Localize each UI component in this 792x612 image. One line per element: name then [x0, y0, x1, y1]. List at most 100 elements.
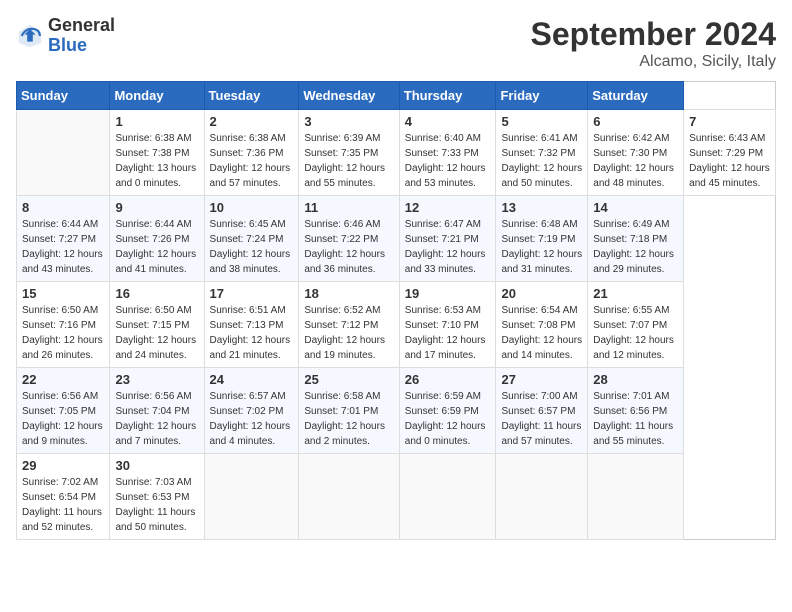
page-header: General Blue September 2024 Alcamo, Sici… [16, 16, 776, 71]
day-info: Sunrise: 7:01 AMSunset: 6:56 PMDaylight:… [593, 389, 678, 449]
day-info: Sunrise: 6:46 AMSunset: 7:22 PMDaylight:… [304, 217, 393, 277]
day-header-thursday: Thursday [399, 82, 496, 110]
logo-blue: Blue [48, 36, 115, 56]
day-number: 28 [593, 372, 678, 387]
day-info: Sunrise: 6:40 AMSunset: 7:33 PMDaylight:… [405, 131, 491, 191]
day-number: 4 [405, 114, 491, 129]
calendar-cell: 24 Sunrise: 6:57 AMSunset: 7:02 PMDayligh… [204, 368, 299, 454]
calendar-week-row: 8 Sunrise: 6:44 AMSunset: 7:27 PMDaylight… [17, 196, 776, 282]
day-number: 15 [22, 286, 104, 301]
month-title: September 2024 [531, 16, 776, 53]
calendar-cell: 20Sunrise: 6:54 AMSunset: 7:08 PMDayligh… [496, 282, 588, 368]
day-info: Sunrise: 6:50 AMSunset: 7:15 PMDaylight:… [115, 303, 198, 363]
calendar-cell: 1 Sunrise: 6:38 AMSunset: 7:38 PMDaylight… [110, 110, 204, 196]
calendar-cell: 29 Sunrise: 7:02 AMSunset: 6:54 PMDayligh… [17, 454, 110, 540]
logo-icon [16, 22, 44, 50]
calendar-cell: 28 Sunrise: 7:01 AMSunset: 6:56 PMDayligh… [588, 368, 684, 454]
calendar-cell: 30 Sunrise: 7:03 AMSunset: 6:53 PMDayligh… [110, 454, 204, 540]
day-info: Sunrise: 6:44 AMSunset: 7:27 PMDaylight:… [22, 217, 104, 277]
calendar-cell: 18 Sunrise: 6:52 AMSunset: 7:12 PMDayligh… [299, 282, 399, 368]
calendar-cell: 23 Sunrise: 6:56 AMSunset: 7:04 PMDayligh… [110, 368, 204, 454]
calendar-cell: 25Sunrise: 6:58 AMSunset: 7:01 PMDayligh… [299, 368, 399, 454]
calendar-cell [299, 454, 399, 540]
day-number: 30 [115, 458, 198, 473]
calendar-cell: 3 Sunrise: 6:39 AMSunset: 7:35 PMDaylight… [299, 110, 399, 196]
day-info: Sunrise: 6:39 AMSunset: 7:35 PMDaylight:… [304, 131, 393, 191]
calendar-cell: 22 Sunrise: 6:56 AMSunset: 7:05 PMDayligh… [17, 368, 110, 454]
day-number: 12 [405, 200, 491, 215]
day-number: 13 [501, 200, 582, 215]
day-number: 10 [210, 200, 294, 215]
day-number: 24 [210, 372, 294, 387]
day-number: 8 [22, 200, 104, 215]
calendar-cell: 7Sunrise: 6:43 AMSunset: 7:29 PMDaylight… [684, 110, 776, 196]
day-info: Sunrise: 7:03 AMSunset: 6:53 PMDaylight:… [115, 475, 198, 535]
calendar-week-row: 22 Sunrise: 6:56 AMSunset: 7:05 PMDayligh… [17, 368, 776, 454]
day-info: Sunrise: 7:02 AMSunset: 6:54 PMDaylight:… [22, 475, 104, 535]
calendar-week-row: 15 Sunrise: 6:50 AMSunset: 7:16 PMDayligh… [17, 282, 776, 368]
calendar-cell: 5Sunrise: 6:41 AMSunset: 7:32 PMDaylight… [496, 110, 588, 196]
day-header-tuesday: Tuesday [204, 82, 299, 110]
day-number: 1 [115, 114, 198, 129]
logo-text: General Blue [48, 16, 115, 56]
calendar-cell: 9Sunrise: 6:44 AMSunset: 7:26 PMDaylight… [110, 196, 204, 282]
day-info: Sunrise: 6:57 AMSunset: 7:02 PMDaylight:… [210, 389, 294, 449]
calendar-cell: 17 Sunrise: 6:51 AMSunset: 7:13 PMDayligh… [204, 282, 299, 368]
day-info: Sunrise: 6:56 AMSunset: 7:04 PMDaylight:… [115, 389, 198, 449]
day-number: 27 [501, 372, 582, 387]
title-area: September 2024 Alcamo, Sicily, Italy [531, 16, 776, 71]
day-number: 3 [304, 114, 393, 129]
day-info: Sunrise: 6:52 AMSunset: 7:12 PMDaylight:… [304, 303, 393, 363]
day-info: Sunrise: 6:51 AMSunset: 7:13 PMDaylight:… [210, 303, 294, 363]
day-header-wednesday: Wednesday [299, 82, 399, 110]
day-info: Sunrise: 6:50 AMSunset: 7:16 PMDaylight:… [22, 303, 104, 363]
logo: General Blue [16, 16, 115, 56]
calendar-cell: 8 Sunrise: 6:44 AMSunset: 7:27 PMDaylight… [17, 196, 110, 282]
calendar-cell: 16 Sunrise: 6:50 AMSunset: 7:15 PMDayligh… [110, 282, 204, 368]
calendar-cell [588, 454, 684, 540]
day-number: 18 [304, 286, 393, 301]
calendar-header-row: SundayMondayTuesdayWednesdayThursdayFrid… [17, 82, 776, 110]
day-number: 2 [210, 114, 294, 129]
calendar-cell [496, 454, 588, 540]
calendar-cell [17, 110, 110, 196]
calendar: SundayMondayTuesdayWednesdayThursdayFrid… [16, 81, 776, 540]
calendar-cell: 11Sunrise: 6:46 AMSunset: 7:22 PMDayligh… [299, 196, 399, 282]
day-header-friday: Friday [496, 82, 588, 110]
calendar-cell: 10Sunrise: 6:45 AMSunset: 7:24 PMDayligh… [204, 196, 299, 282]
day-number: 14 [593, 200, 678, 215]
day-number: 22 [22, 372, 104, 387]
day-header-saturday: Saturday [588, 82, 684, 110]
day-info: Sunrise: 6:58 AMSunset: 7:01 PMDaylight:… [304, 389, 393, 449]
day-header-monday: Monday [110, 82, 204, 110]
location: Alcamo, Sicily, Italy [531, 53, 776, 71]
day-info: Sunrise: 6:55 AMSunset: 7:07 PMDaylight:… [593, 303, 678, 363]
calendar-week-row: 1 Sunrise: 6:38 AMSunset: 7:38 PMDaylight… [17, 110, 776, 196]
calendar-cell [204, 454, 299, 540]
day-number: 5 [501, 114, 582, 129]
day-info: Sunrise: 6:56 AMSunset: 7:05 PMDaylight:… [22, 389, 104, 449]
day-number: 20 [501, 286, 582, 301]
calendar-cell: 6 Sunrise: 6:42 AMSunset: 7:30 PMDaylight… [588, 110, 684, 196]
day-number: 17 [210, 286, 294, 301]
day-number: 16 [115, 286, 198, 301]
day-number: 19 [405, 286, 491, 301]
day-info: Sunrise: 6:42 AMSunset: 7:30 PMDaylight:… [593, 131, 678, 191]
calendar-cell: 14 Sunrise: 6:49 AMSunset: 7:18 PMDayligh… [588, 196, 684, 282]
calendar-week-row: 29 Sunrise: 7:02 AMSunset: 6:54 PMDayligh… [17, 454, 776, 540]
day-info: Sunrise: 6:38 AMSunset: 7:38 PMDaylight:… [115, 131, 198, 191]
day-number: 6 [593, 114, 678, 129]
day-header-sunday: Sunday [17, 82, 110, 110]
day-number: 29 [22, 458, 104, 473]
day-info: Sunrise: 6:49 AMSunset: 7:18 PMDaylight:… [593, 217, 678, 277]
day-info: Sunrise: 6:48 AMSunset: 7:19 PMDaylight:… [501, 217, 582, 277]
day-number: 23 [115, 372, 198, 387]
logo-general: General [48, 16, 115, 36]
day-info: Sunrise: 7:00 AMSunset: 6:57 PMDaylight:… [501, 389, 582, 449]
calendar-cell: 21Sunrise: 6:55 AMSunset: 7:07 PMDayligh… [588, 282, 684, 368]
calendar-cell: 27 Sunrise: 7:00 AMSunset: 6:57 PMDayligh… [496, 368, 588, 454]
calendar-cell: 26Sunrise: 6:59 AMSunset: 6:59 PMDayligh… [399, 368, 496, 454]
day-info: Sunrise: 6:44 AMSunset: 7:26 PMDaylight:… [115, 217, 198, 277]
calendar-cell: 4 Sunrise: 6:40 AMSunset: 7:33 PMDaylight… [399, 110, 496, 196]
day-info: Sunrise: 6:59 AMSunset: 6:59 PMDaylight:… [405, 389, 491, 449]
